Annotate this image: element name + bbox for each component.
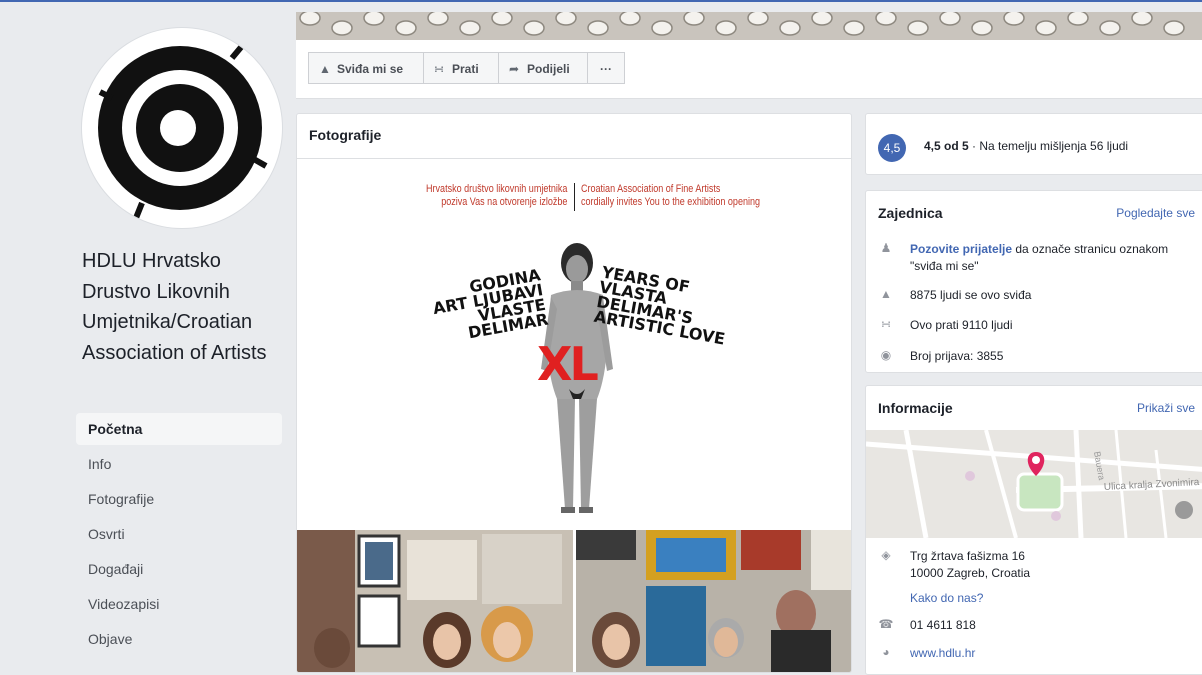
address-text[interactable]: Trg žrtava fašizma 16 10000 Zagreb, Croa… xyxy=(910,548,1200,582)
location-pin-icon: ◉ xyxy=(880,348,892,362)
info-title: Informacije xyxy=(878,400,953,416)
phone-number[interactable]: 01 4611 818 xyxy=(910,617,1200,634)
thumbs-up-icon: ▲ xyxy=(880,287,892,301)
rss-icon: ∺ xyxy=(434,62,445,76)
page-action-bar: ▲ Sviđa mi se ∺ Prati ➦ Podijeli ··· xyxy=(296,40,1202,99)
info-card: Informacije Prikaži sve Ulica kralja Zvo… xyxy=(865,385,1202,675)
website-link[interactable]: www.hdlu.hr xyxy=(910,645,1200,662)
rating-summary[interactable]: 4,5 od 5 · Na temelju mišljenja 56 ljudi xyxy=(924,139,1128,153)
location-map[interactable]: Ulica kralja Zvonimira Bauera xyxy=(866,430,1202,538)
follows-count[interactable]: Ovo prati 9110 ljudi xyxy=(910,317,1200,334)
checkins-count[interactable]: Broj prijava: 3855 xyxy=(910,348,1200,365)
poster-line: Croatian Association of Fine Artists xyxy=(581,183,721,195)
cover-photo[interactable] xyxy=(296,12,1202,40)
like-button[interactable]: ▲ Sviđa mi se xyxy=(308,52,424,84)
directions-link[interactable]: Kako do nas? xyxy=(910,590,1200,607)
share-button-label: Podijeli xyxy=(527,62,570,76)
community-card: Zajednica Pogledajte sve ♟ Pozovite prij… xyxy=(865,190,1202,373)
gallery-photo-2[interactable] xyxy=(576,530,851,672)
target-logo-icon xyxy=(90,38,270,220)
globe-icon: ◕ xyxy=(882,645,890,659)
directions-icon: ◈ xyxy=(881,548,891,562)
featured-photo[interactable]: Hrvatsko društvo likovnih umjetnika pozi… xyxy=(297,159,851,529)
address-line-2: 10000 Zagreb, Croatia xyxy=(910,566,1031,580)
rating-card: 4,5 4,5 od 5 · Na temelju mišljenja 56 l… xyxy=(865,113,1202,175)
photos-card: Fotografije Hrvatsko društvo likovnih um… xyxy=(296,113,852,673)
poster-xl: XL xyxy=(537,337,599,391)
likes-count[interactable]: 8875 ljudi se ovo sviđa xyxy=(910,287,1200,304)
follow-button-label: Prati xyxy=(452,62,479,76)
poster-invite-en: Croatian Association of Fine Artists cor… xyxy=(581,183,760,209)
nav-item-dogadaji[interactable]: Događaji xyxy=(76,553,282,585)
page-nav: Početna Info Fotografije Osvrti Događaji… xyxy=(76,413,282,658)
page-avatar[interactable] xyxy=(82,28,282,228)
nav-item-fotografije[interactable]: Fotografije xyxy=(76,483,282,515)
page-title[interactable]: HDLU Hrvatsko Drustvo Likovnih Umjetnika… xyxy=(82,246,292,368)
poster-line: poziva Vas na otvorenje izložbe xyxy=(440,196,567,208)
share-arrow-icon: ➦ xyxy=(509,62,520,76)
rating-badge: 4,5 xyxy=(878,134,906,162)
community-title: Zajednica xyxy=(878,205,943,221)
rating-basis: · Na temelju mišljenja 56 ljudi xyxy=(968,139,1129,153)
nav-item-info[interactable]: Info xyxy=(76,448,282,480)
gallery-photo-1[interactable] xyxy=(297,530,573,672)
poster-separator xyxy=(574,183,575,211)
more-button[interactable]: ··· xyxy=(587,52,625,84)
poster-line: Hrvatsko društvo likovnih umjetnika xyxy=(425,183,567,195)
invite-text: Pozovite prijatelje da označe stranicu o… xyxy=(910,241,1200,275)
follow-button[interactable]: ∺ Prati xyxy=(423,52,499,84)
share-button[interactable]: ➦ Podijeli xyxy=(498,52,588,84)
poster-line: cordially invites You to the exhibition … xyxy=(581,196,761,208)
rating-value: 4,5 od 5 xyxy=(924,139,969,153)
invite-friends-link[interactable]: Pozovite prijatelje xyxy=(910,242,1012,256)
thumbs-up-icon: ▲ xyxy=(319,62,331,76)
phone-icon: ☎ xyxy=(878,617,894,631)
people-icon: ♟ xyxy=(880,241,892,255)
nav-item-osvrti[interactable]: Osvrti xyxy=(76,518,282,550)
left-column: HDLU Hrvatsko Drustvo Likovnih Umjetnika… xyxy=(0,2,296,664)
nav-item-pocetna[interactable]: Početna xyxy=(76,413,282,445)
info-see-all-link[interactable]: Prikaži sve xyxy=(1137,401,1195,415)
like-button-label: Sviđa mi se xyxy=(337,62,404,76)
rss-icon: ∺ xyxy=(880,317,892,331)
address-line-1: Trg žrtava fašizma 16 xyxy=(910,549,1025,563)
nav-item-objave[interactable]: Objave xyxy=(76,623,282,655)
photos-title[interactable]: Fotografije xyxy=(309,127,381,143)
community-see-all-link[interactable]: Pogledajte sve xyxy=(1116,206,1195,220)
nav-item-videozapisi[interactable]: Videozapisi xyxy=(76,588,282,620)
poster-invite-hr: Hrvatsko društvo likovnih umjetnika pozi… xyxy=(426,183,567,209)
